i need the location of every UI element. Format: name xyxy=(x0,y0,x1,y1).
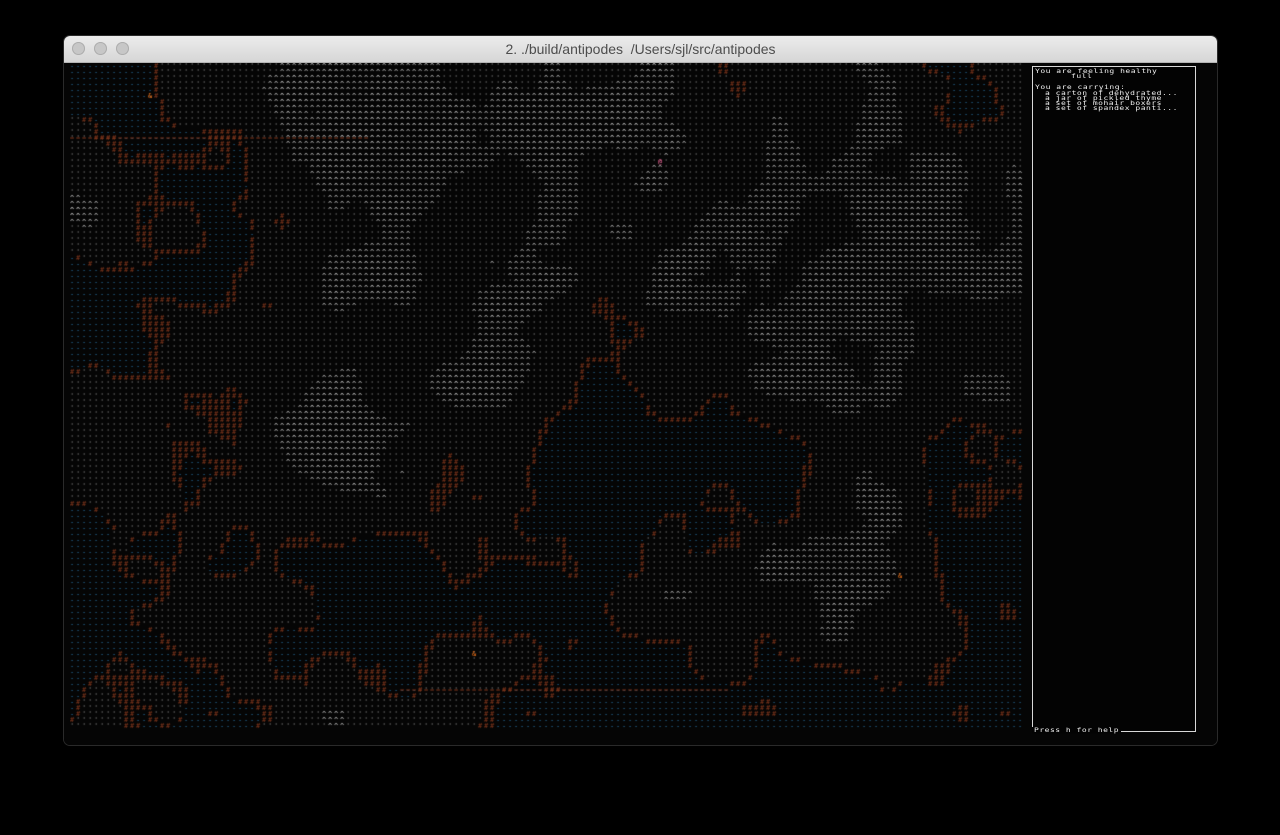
fullness-status: full xyxy=(1071,72,1093,80)
terminal-screen[interactable]: You are feeling healthy full You are car… xyxy=(64,63,1217,745)
title-bar[interactable]: 2. ./build/antipodes /Users/sjl/src/anti… xyxy=(64,36,1217,63)
window-title: 2. ./build/antipodes /Users/sjl/src/anti… xyxy=(505,41,776,57)
help-hint: Press h for help xyxy=(1032,726,1122,734)
game-map[interactable] xyxy=(70,63,1024,729)
health-status: You are feeling healthy xyxy=(1035,67,1158,75)
inventory-item: a set of spandex panti... xyxy=(1045,104,1178,112)
status-panel: You are feeling healthy full You are car… xyxy=(1032,66,1196,732)
terminal-window: 2. ./build/antipodes /Users/sjl/src/anti… xyxy=(64,36,1217,745)
